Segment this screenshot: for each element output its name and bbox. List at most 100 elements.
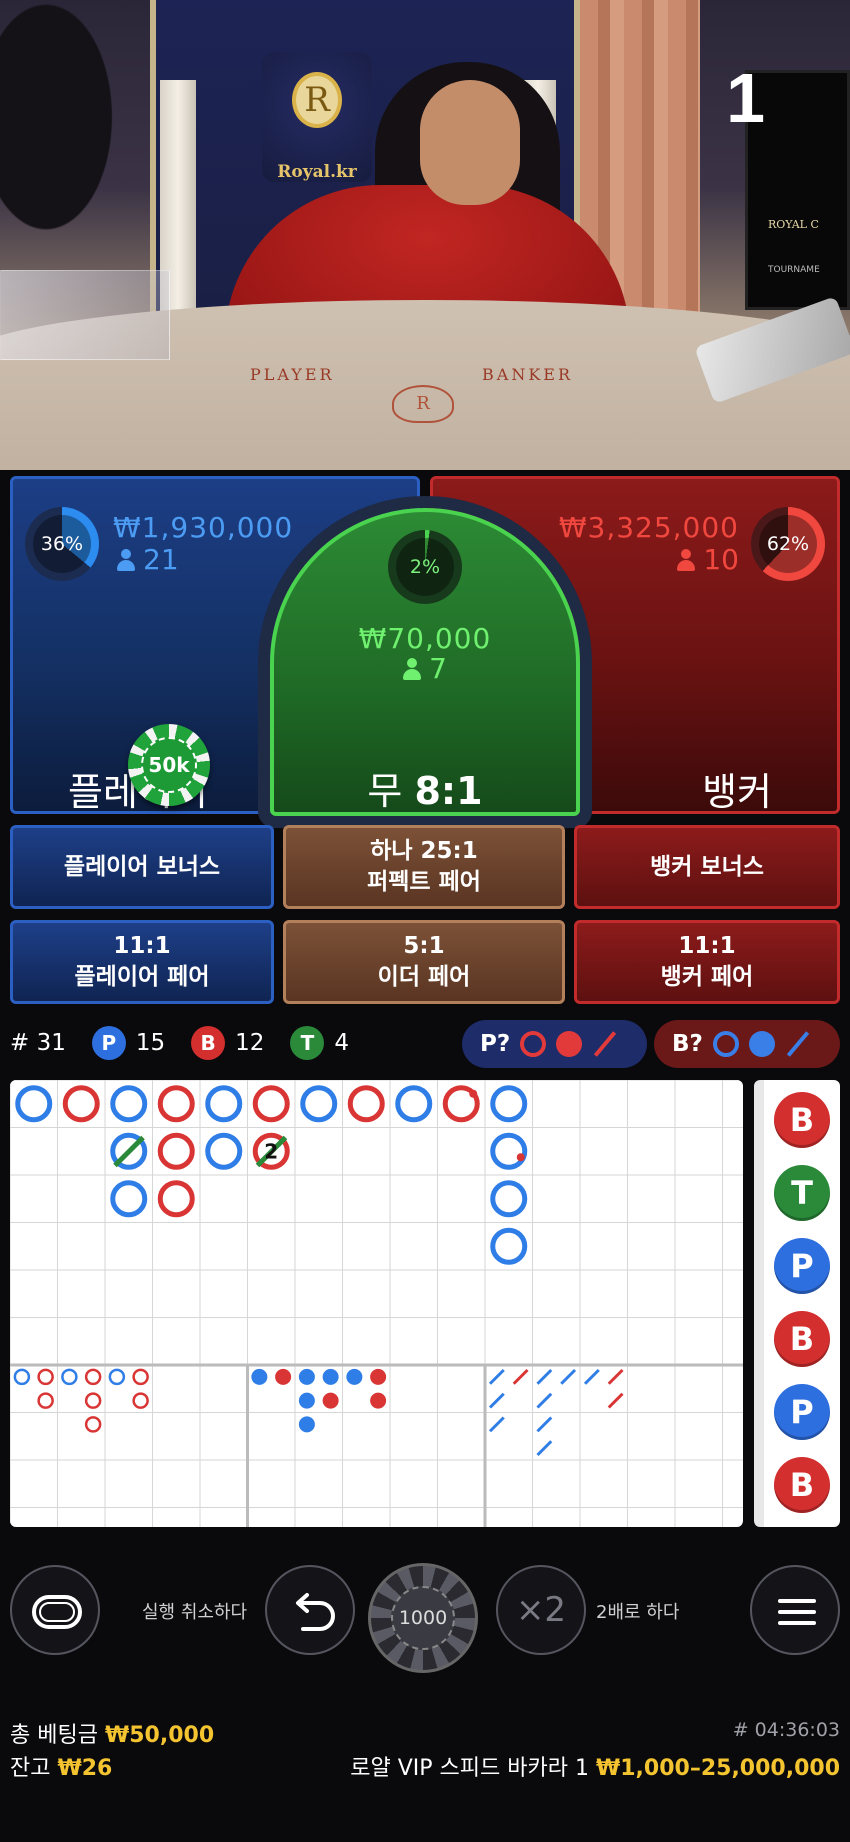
table-info: 로얄 VIP 스피드 바카라 1 ₩1,000–25,000,000 xyxy=(350,1750,840,1782)
player-wins: 15 xyxy=(135,1030,166,1056)
last-result-b: B xyxy=(774,1311,830,1367)
big-road-mark xyxy=(157,1180,195,1218)
small-road-mark xyxy=(251,1368,268,1385)
tie-wins: 4 xyxy=(334,1030,350,1056)
monitor-text: ROYAL C xyxy=(768,218,819,231)
cockroach-mark xyxy=(512,1368,529,1385)
player-pair-button[interactable]: 11:1 플레이어 페어 xyxy=(10,920,274,1004)
player-bettor-count: 21 xyxy=(117,543,179,576)
banker-total-amount: ₩3,325,000 xyxy=(558,511,739,544)
big-road-mark xyxy=(347,1085,385,1123)
table-banker-label: BANKER xyxy=(482,365,573,384)
big-eye-ring-icon xyxy=(712,1031,739,1057)
big-eye-mark xyxy=(132,1392,149,1409)
side-bet-odds: 5:1 xyxy=(403,933,445,959)
placed-chip[interactable]: 50k xyxy=(128,724,210,806)
player-percent: 36% xyxy=(33,515,91,573)
tie-badge: T xyxy=(290,1026,325,1060)
banker-bonus-button[interactable]: 뱅커 보너스 xyxy=(574,825,840,909)
banker-label: 뱅커 xyxy=(702,770,772,814)
big-road-mark xyxy=(157,1085,195,1123)
banker-pair-button[interactable]: 11:1 뱅커 페어 xyxy=(574,920,840,1004)
game-id: # 04:36:03 xyxy=(732,1719,840,1741)
tie-name: 무 xyxy=(367,769,403,813)
cockroach-mark xyxy=(488,1392,505,1409)
cockroach-slash-icon xyxy=(594,1031,617,1057)
big-eye-mark xyxy=(61,1368,78,1386)
small-road-dot-icon xyxy=(748,1031,775,1057)
table-player-label: PLAYER xyxy=(250,365,335,384)
double-label: 2배로 하다 xyxy=(596,1602,680,1623)
balance-value: ₩26 xyxy=(57,1756,113,1781)
banker-percent: 62% xyxy=(759,515,817,573)
lobby-button[interactable] xyxy=(10,1565,100,1655)
crest-text: Royal.kr xyxy=(277,162,357,182)
tie-label: 무 8:1 xyxy=(274,760,576,815)
big-road-mark xyxy=(490,1227,528,1265)
big-road-mark xyxy=(395,1085,433,1123)
banker-badge: B xyxy=(191,1026,226,1060)
side-bet-label: 뱅커 페어 xyxy=(660,964,754,990)
big-eye-mark xyxy=(84,1368,102,1386)
tie-percent: 2% xyxy=(396,538,454,596)
big-road-mark xyxy=(157,1132,195,1170)
tie-count-value: 7 xyxy=(429,652,447,685)
balance-label: 잔고 xyxy=(10,1756,51,1781)
side-bet-odds: 11:1 xyxy=(113,933,171,959)
last-result-b: B xyxy=(774,1092,830,1148)
menu-button[interactable] xyxy=(750,1565,840,1655)
tie-bettor-count: 7 xyxy=(274,652,576,685)
big-road-mark xyxy=(490,1132,528,1170)
tie-odds: 8:1 xyxy=(414,769,483,813)
cockroach-mark xyxy=(583,1368,600,1385)
small-road-mark xyxy=(298,1392,315,1409)
side-bet-label: 뱅커 보너스 xyxy=(650,853,764,880)
big-eye-mark xyxy=(37,1392,54,1409)
side-bet-label: 플레이어 페어 xyxy=(74,964,210,990)
scoreboard-roadmap[interactable]: 2 xyxy=(10,1080,743,1527)
hamburger-icon xyxy=(778,1599,816,1625)
big-eye-mark xyxy=(37,1368,54,1386)
banker-predict-button[interactable]: B? xyxy=(654,1020,840,1068)
round-count: # 31 xyxy=(10,1030,66,1056)
placed-chip-value: 50k xyxy=(141,737,197,793)
cockroach-slash-icon xyxy=(786,1031,810,1057)
cockroach-mark xyxy=(536,1440,553,1457)
big-eye-ring-icon xyxy=(520,1031,547,1057)
croupier-left xyxy=(0,0,130,260)
player-bonus-button[interactable]: 플레이어 보너스 xyxy=(10,825,274,909)
tie-total-amount: ₩70,000 xyxy=(358,622,492,655)
tie-bet-spot[interactable]: 2% ₩70,000 7 무 8:1 xyxy=(270,508,580,816)
discard-tray xyxy=(0,270,170,360)
table-icon xyxy=(32,1595,82,1629)
chip-selector[interactable]: 1000 xyxy=(368,1563,478,1673)
total-bet: 총 베팅금 ₩50,000 xyxy=(10,1717,214,1749)
royal-crest: R Royal.kr xyxy=(262,52,372,182)
undo-label: 실행 취소하다 xyxy=(142,1602,248,1623)
banker-bettor-count: 10 xyxy=(677,543,739,576)
perfect-pair-button[interactable]: 하나 25:1 퍼펙트 페어 xyxy=(283,825,565,909)
person-icon xyxy=(403,658,422,680)
big-road-mark xyxy=(205,1132,243,1170)
table-limits: ₩1,000–25,000,000 xyxy=(595,1756,840,1781)
cockroach-mark xyxy=(536,1416,553,1433)
total-bet-label: 총 베팅금 xyxy=(10,1723,98,1748)
predict-label: P? xyxy=(480,1031,511,1057)
monitor-subtext: TOURNAME xyxy=(768,265,820,275)
side-bet-odds: 하나 25:1 xyxy=(370,838,478,864)
last-result-p: P xyxy=(774,1384,830,1440)
side-bet-odds: 11:1 xyxy=(678,933,736,959)
double-button[interactable]: ×2 xyxy=(496,1565,586,1655)
small-road-mark xyxy=(370,1368,387,1385)
big-eye-mark xyxy=(84,1416,102,1433)
person-icon xyxy=(677,549,696,571)
player-predict-button[interactable]: P? xyxy=(462,1020,647,1068)
cockroach-mark xyxy=(536,1392,553,1409)
either-pair-button[interactable]: 5:1 이더 페어 xyxy=(283,920,565,1004)
total-bet-value: ₩50,000 xyxy=(104,1723,215,1748)
undo-icon xyxy=(296,1593,335,1631)
big-eye-mark xyxy=(132,1368,149,1386)
undo-button[interactable] xyxy=(265,1565,355,1655)
chip-value: 1000 xyxy=(391,1586,455,1650)
balance: 잔고 ₩26 xyxy=(10,1750,112,1782)
